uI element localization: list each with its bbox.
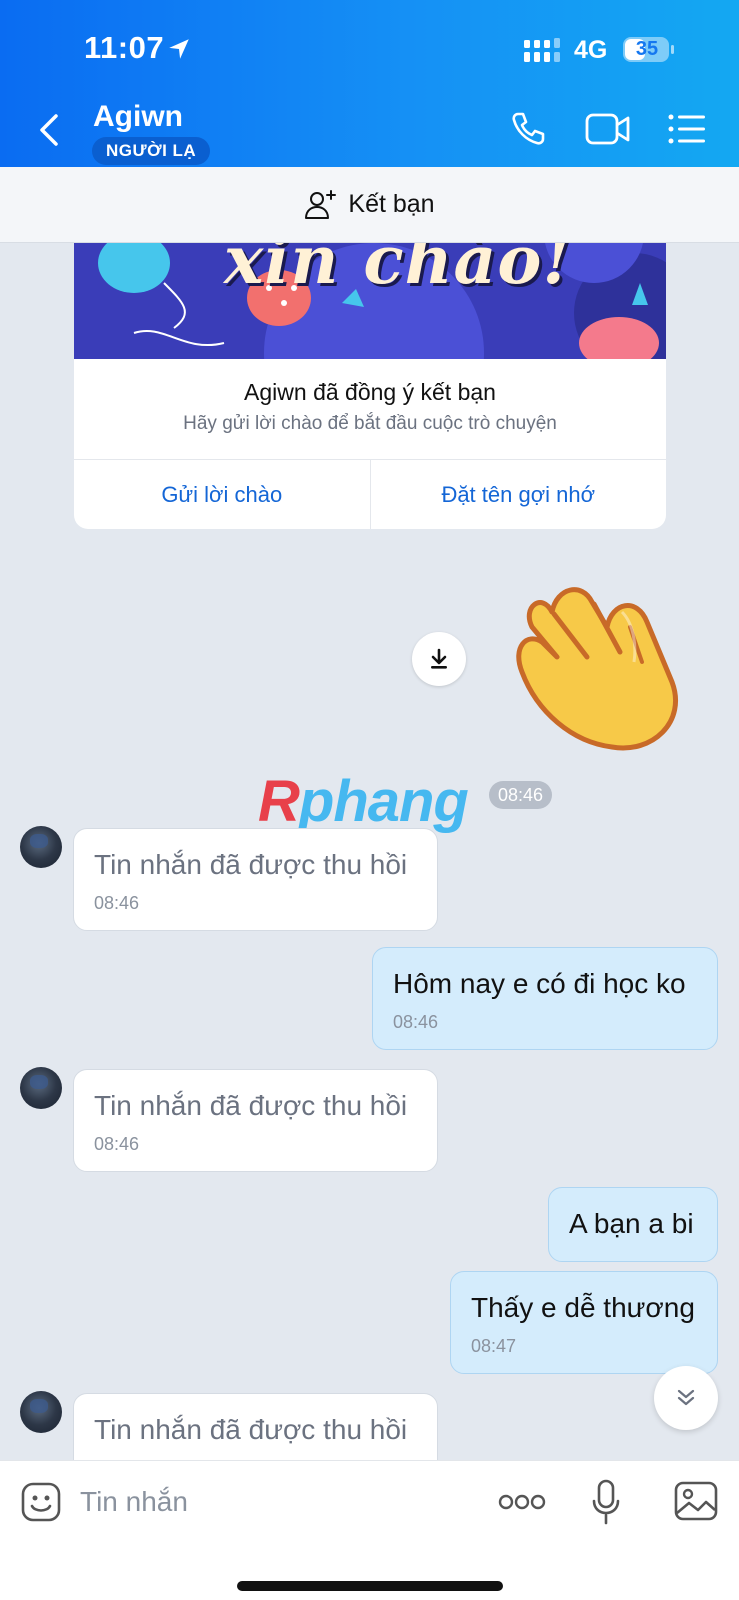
message-text: Tin nhắn đã được thu hồi (94, 849, 408, 880)
download-icon (431, 648, 447, 669)
time-divider: 08:46 (489, 781, 553, 809)
scroll-down-icon (677, 1389, 695, 1406)
message-text: Hôm nay e có đi học ko (393, 968, 686, 999)
chat-header: 11:07 4G 35 Agiwn NGƯỜI LẠ (0, 0, 739, 167)
network-type: 4G (574, 36, 608, 64)
message-text: A bạn a bi (569, 1208, 694, 1239)
contact-name[interactable]: Agiwn (93, 100, 183, 134)
card-title: Agiwn đã đồng ý kết bạn (244, 379, 496, 405)
send-greeting-button[interactable]: Gửi lời chào (74, 460, 370, 529)
home-indicator (237, 1581, 503, 1591)
battery-level: 35 (635, 38, 659, 60)
location-arrow-icon (169, 39, 189, 59)
contact-avatar[interactable] (20, 1391, 62, 1433)
back-icon[interactable] (36, 112, 64, 148)
wave-hand-sticker[interactable] (512, 582, 692, 754)
message-composer (0, 1460, 739, 1600)
card-subtitle: Hãy gửi lời chào để bắt đầu cuộc trò chu… (183, 413, 557, 434)
emoji-icon[interactable] (20, 1481, 62, 1523)
status-time: 11:07 (84, 30, 165, 65)
contact-avatar[interactable] (20, 826, 62, 868)
add-user-icon (305, 189, 337, 219)
microphone-icon[interactable] (592, 1479, 620, 1525)
message-bubble-incoming[interactable]: Tin nhắn đã được thu hồi 08:46 (73, 1069, 438, 1172)
signal-icon (524, 38, 560, 62)
add-friend-label: Kết bạn (348, 190, 435, 218)
download-sticker-button[interactable] (412, 632, 466, 686)
banner-text: xin chào! (224, 243, 573, 299)
message-input[interactable] (80, 1479, 480, 1525)
greeting-banner: xin chào! (74, 243, 666, 359)
message-time: 08:46 (94, 893, 140, 913)
message-bubble-outgoing[interactable]: Hôm nay e có đi học ko 08:46 (372, 947, 718, 1050)
contact-avatar[interactable] (20, 1067, 62, 1109)
more-icon[interactable] (498, 1491, 546, 1513)
friend-accepted-card: xin chào! Agiwn đã đồng ý kết bạn Hãy gử… (74, 243, 666, 529)
message-time: 08:47 (471, 1336, 517, 1356)
scroll-to-bottom-button[interactable] (654, 1366, 718, 1430)
message-bubble-incoming[interactable]: Tin nhắn đã được thu hồi 08:46 (73, 828, 438, 931)
menu-list-icon[interactable] (668, 113, 706, 145)
stranger-badge: NGƯỜI LẠ (92, 137, 211, 165)
video-call-icon[interactable] (585, 112, 631, 146)
message-bubble-outgoing[interactable]: Thấy e dễ thương 08:47 (450, 1271, 718, 1374)
add-friend-bar[interactable]: Kết bạn (0, 167, 739, 243)
card-actions: Gửi lời chào Đặt tên gợi nhớ (74, 459, 666, 529)
message-time: 08:46 (393, 1012, 439, 1032)
set-nickname-button[interactable]: Đặt tên gợi nhớ (369, 460, 667, 529)
message-text: Tin nhắn đã được thu hồi (94, 1090, 408, 1121)
message-text: Tin nhắn đã được thu hồi (94, 1414, 408, 1445)
image-icon[interactable] (674, 1481, 718, 1521)
message-bubble-outgoing[interactable]: A bạn a bi (548, 1187, 718, 1262)
watermark-logo: Rphang (258, 769, 469, 834)
message-time: 08:46 (94, 1134, 140, 1154)
message-text: Thấy e dễ thương (471, 1292, 695, 1323)
phone-icon[interactable] (509, 110, 547, 148)
